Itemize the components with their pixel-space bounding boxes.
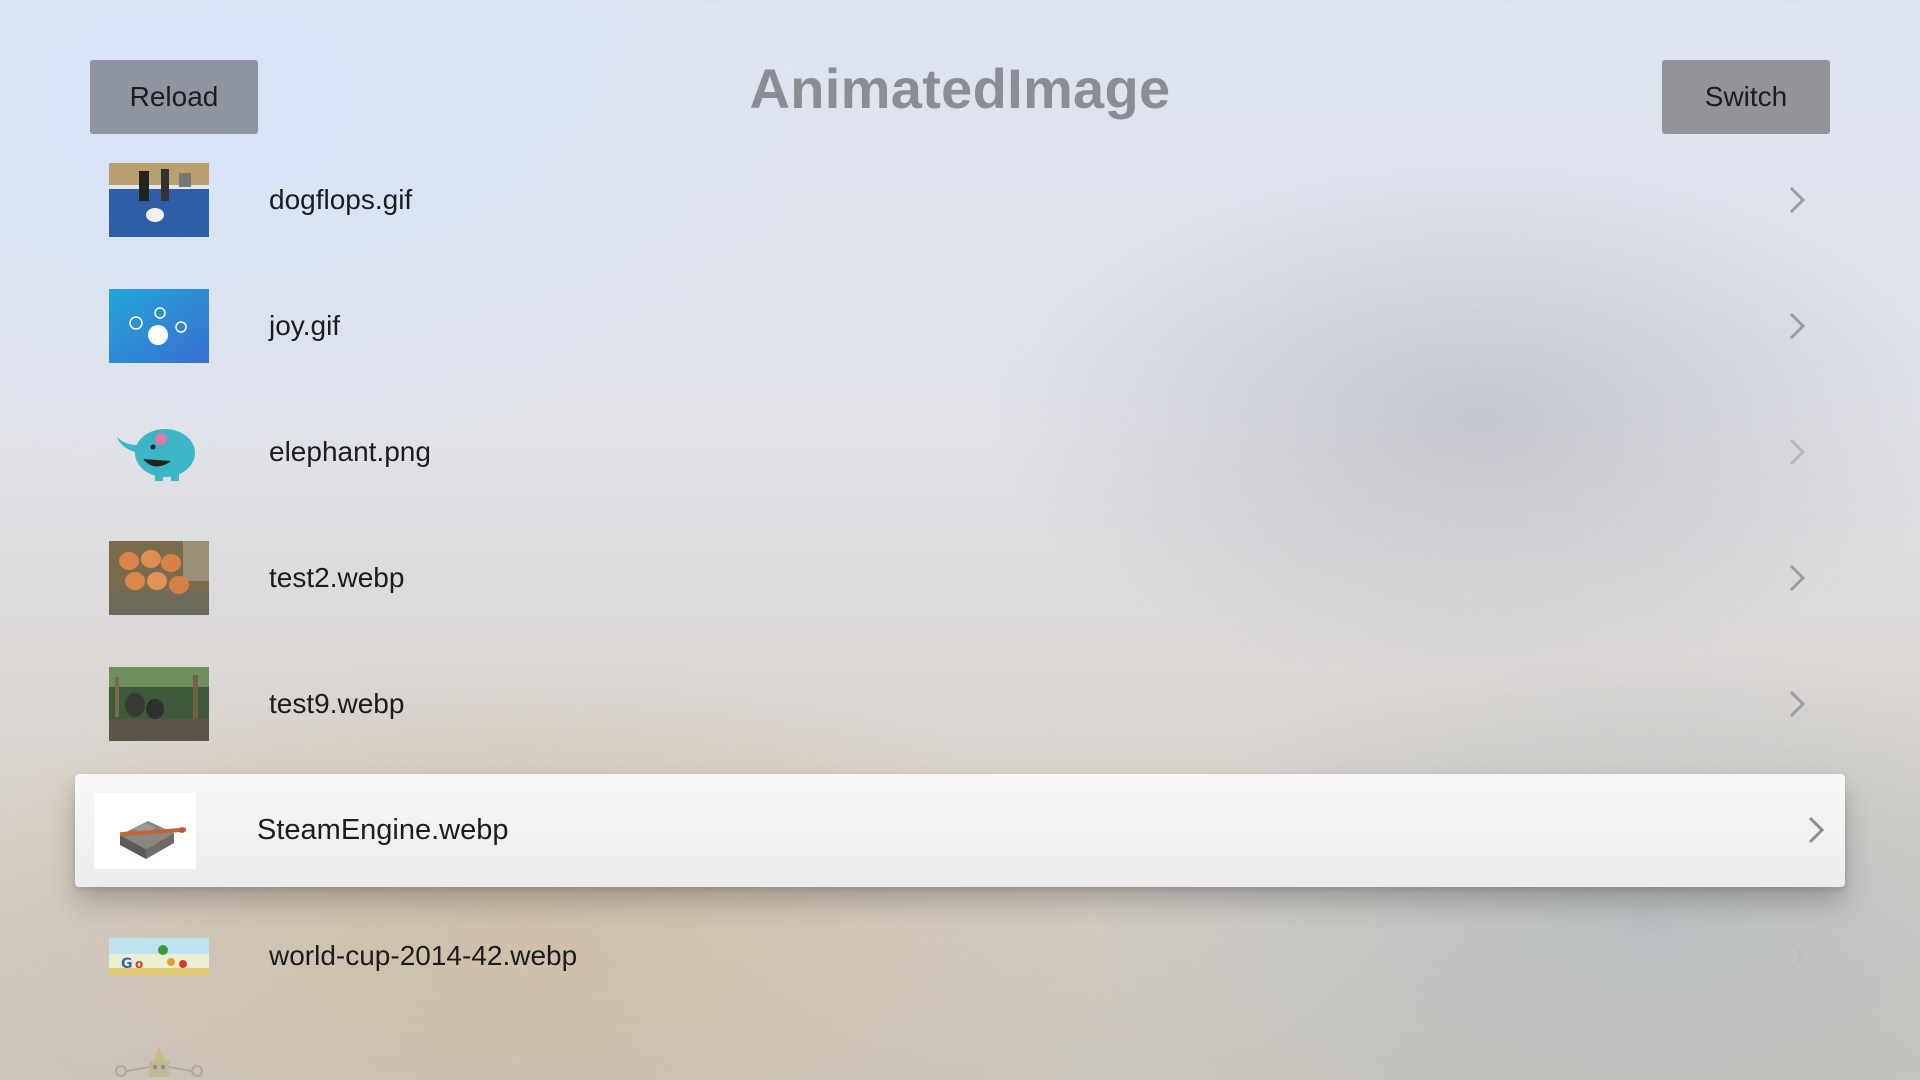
list-item[interactable]: dogflops.gif [90, 150, 1840, 250]
elephant-png-thumbnail [109, 415, 209, 489]
pixel-art-thumbnail [109, 1043, 209, 1080]
list-item[interactable] [90, 1030, 1840, 1080]
svg-text:o: o [135, 957, 143, 971]
list-item-label: test9.webp [269, 688, 405, 719]
chevron-right-icon [1788, 690, 1806, 718]
list-item-label: joy.gif [269, 310, 341, 341]
chevron-right-icon [1807, 816, 1825, 844]
chevron-right-icon [1788, 312, 1806, 340]
list-item-label: SteamEngine.webp [257, 814, 509, 846]
eggs-thumbnail [109, 541, 209, 615]
list-item[interactable]: elephant.png [90, 402, 1840, 502]
svg-text:G: G [121, 956, 133, 972]
chevron-right-icon [1788, 564, 1806, 592]
list-item[interactable]: joy.gif [90, 276, 1840, 376]
list-item[interactable]: test9.webp [90, 654, 1840, 754]
steam-engine-thumbnail [94, 793, 196, 869]
chevron-right-icon [1788, 186, 1806, 214]
list-item-label: world-cup-2014-42.webp [269, 940, 578, 971]
image-list: dogflops.gif joy.gif elephant.png test2.… [0, 0, 1920, 1080]
list-item[interactable]: test2.webp [90, 528, 1840, 628]
joy-gif-thumbnail [109, 289, 209, 363]
list-item-label: dogflops.gif [269, 184, 413, 215]
list-item-focused[interactable]: SteamEngine.webp [75, 774, 1845, 887]
chevron-right-icon [1788, 942, 1806, 970]
list-item-label: test2.webp [269, 562, 405, 593]
chevron-right-icon [1788, 438, 1806, 466]
google-doodle-thumbnail: G o [109, 938, 209, 976]
dog-gif-thumbnail [109, 163, 209, 237]
elephants-photo-thumbnail [109, 667, 209, 741]
list-item[interactable]: G o world-cup-2014-42.webp [90, 906, 1840, 1006]
list-item-label: elephant.png [269, 436, 431, 467]
